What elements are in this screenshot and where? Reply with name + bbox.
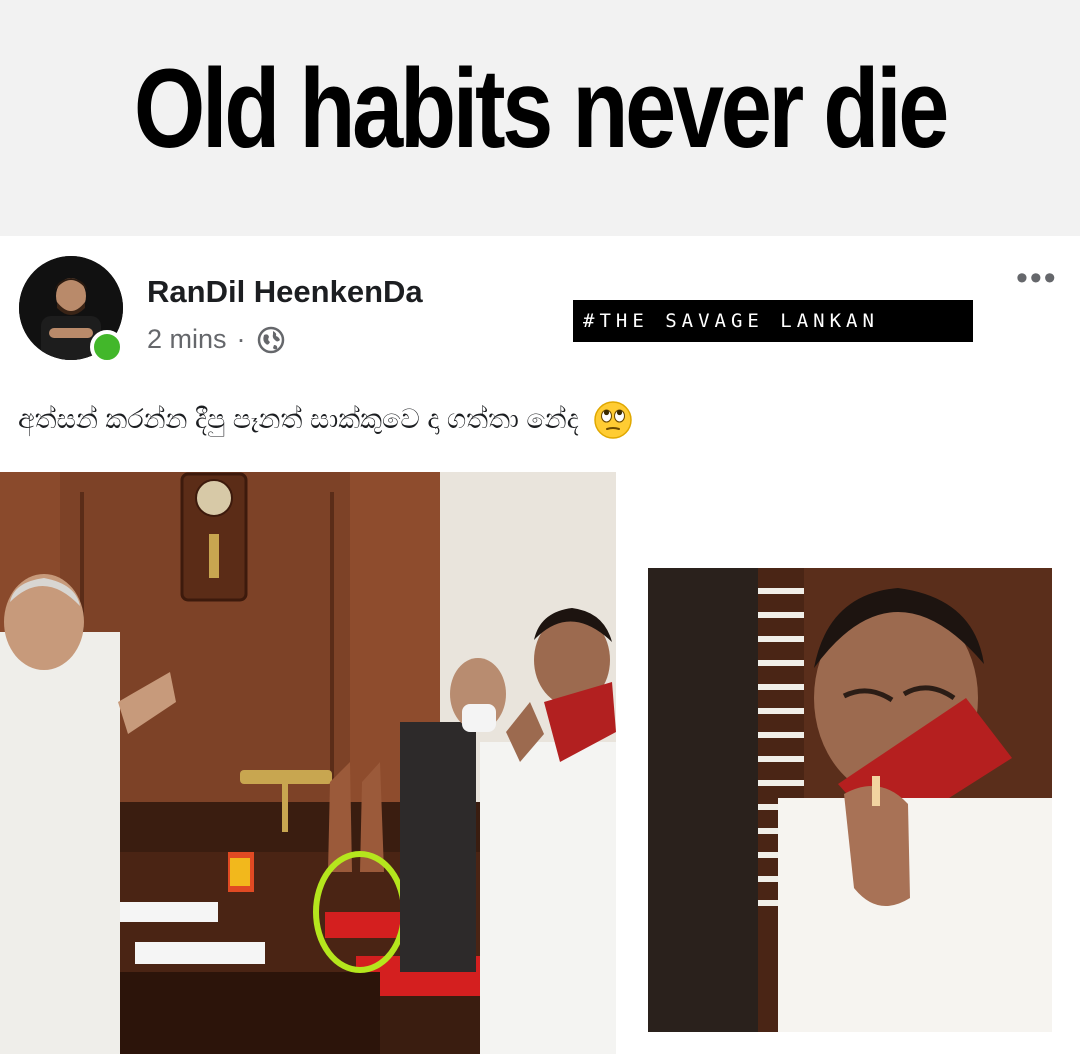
- post-caption: අත්සන් කරන්න දීපු පෑනත් සාක්කුවෙ දා ගත්ත…: [18, 400, 633, 440]
- meme-title: Old habits never die: [133, 46, 950, 171]
- left-photo-oath-ceremony[interactable]: [0, 472, 616, 1054]
- post-author-name[interactable]: RanDil HeenkenDa: [147, 274, 423, 310]
- facebook-post: RanDil HeenkenDa 2 mins · ••• #THE SAVAG…: [0, 236, 1080, 1054]
- right-photo-closeup[interactable]: [648, 568, 1052, 1032]
- online-status-indicator: [90, 330, 124, 364]
- eye-roll-emoji-icon: [593, 401, 632, 439]
- caption-text: අත්සන් කරන්න දීපු පෑනත් සාක්කුවෙ දා ගත්ත…: [18, 404, 579, 434]
- meta-separator: ·: [236, 324, 246, 354]
- meme-banner: Old habits never die: [0, 0, 1080, 236]
- closeup-photo: [648, 568, 1052, 1032]
- ceremony-photo: [0, 472, 616, 1054]
- post-photos[interactable]: [0, 472, 1080, 1054]
- post-meta: 2 mins ·: [147, 324, 286, 355]
- watermark-label: #THE SAVAGE LANKAN: [573, 300, 973, 342]
- post-timestamp[interactable]: 2 mins: [147, 324, 227, 355]
- globe-icon: [257, 326, 284, 353]
- more-options-button[interactable]: •••: [1016, 261, 1058, 295]
